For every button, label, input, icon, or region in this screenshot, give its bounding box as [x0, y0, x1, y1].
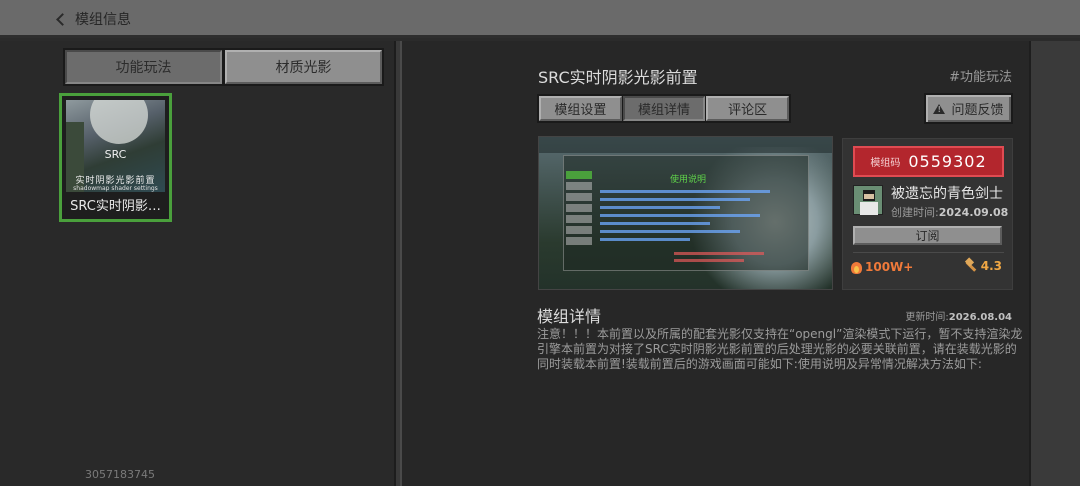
preview-text-line	[600, 198, 750, 201]
preview-sidebar-item	[566, 171, 592, 179]
tab-gameplay[interactable]: 功能玩法	[65, 50, 222, 84]
mod-code-badge[interactable]: 模组码 0559302	[853, 146, 1004, 177]
avatar-face	[864, 194, 874, 199]
back-button[interactable]: 模组信息	[54, 8, 131, 30]
preview-warning-line	[674, 259, 744, 262]
category-tabs: 功能玩法 材质光影	[63, 48, 384, 86]
preview-sidebar-item	[566, 193, 592, 201]
update-time: 更新时间:2026.08.04	[905, 308, 1012, 323]
rating-stat: 4.3	[964, 259, 1002, 273]
rating-value: 4.3	[980, 259, 1002, 273]
thumbnail-sun	[90, 100, 148, 144]
preview-text-line	[600, 190, 770, 193]
mod-thumbnail: SRC 实时阴影光影前置 shadowmap shader settings	[66, 100, 165, 192]
preview-heading: 使用说明	[670, 175, 707, 185]
preview-text-line	[600, 230, 740, 233]
warning-icon	[933, 103, 946, 114]
avatar-body	[860, 202, 878, 215]
mod-description: 注意！！！本前置以及所属的配套光影仅支持在“opengl”渲染模式下运行，暂不支…	[537, 327, 1023, 371]
hammer-icon	[964, 259, 978, 273]
update-label: 更新时间:	[905, 312, 949, 323]
mod-code-label: 模组码	[870, 158, 901, 169]
mod-category-tag[interactable]: #功能玩法	[949, 66, 1012, 85]
author-name[interactable]: 被遗忘的青色剑士	[891, 183, 1003, 203]
user-id: 3057183745	[85, 468, 155, 481]
thumbnail-caption: shadowmap shader settings	[73, 185, 158, 192]
author-avatar[interactable]	[853, 185, 883, 215]
panel-divider[interactable]	[394, 41, 402, 486]
preview-top-strip	[539, 137, 832, 153]
preview-text-line	[600, 238, 690, 241]
mod-card-name: SRC实时阴影…	[70, 199, 161, 214]
preview-sidebar-item	[566, 215, 592, 223]
heat-value: 100W+	[865, 259, 914, 274]
tab-mod-settings[interactable]: 模组设置	[539, 96, 622, 121]
detail-tabs: 模组设置 模组详情 评论区	[537, 94, 791, 123]
tab-textures-shaders[interactable]: 材质光影	[225, 50, 382, 84]
stats-divider	[853, 252, 1004, 253]
feedback-button[interactable]: 问题反馈	[924, 93, 1013, 124]
heat-stat: 100W+	[850, 259, 913, 274]
section-title: 模组详情	[537, 307, 602, 326]
created-label: 创建时间:	[891, 206, 939, 219]
thumbnail-title: SRC	[104, 148, 127, 161]
created-value: 2024.09.08	[938, 206, 1009, 219]
preview-warning-line	[674, 252, 764, 255]
tab-mod-details[interactable]: 模组详情	[622, 96, 706, 121]
preview-sidebar-item	[566, 182, 592, 190]
mod-title: SRC实时阴影光影前置	[538, 68, 698, 87]
subscribe-button[interactable]: 订阅	[853, 226, 1002, 245]
created-time: 创建时间:2024.09.08	[891, 204, 1008, 220]
mod-code-value: 0559302	[908, 152, 987, 171]
preview-text-line	[600, 206, 720, 209]
preview-sidebar	[564, 168, 594, 272]
preview-sidebar-item	[566, 204, 592, 212]
preview-text-line	[600, 222, 710, 225]
page-title: 模组信息	[75, 12, 131, 28]
top-bar: 模组信息	[0, 0, 1080, 38]
right-scroll-strip[interactable]	[1029, 41, 1080, 486]
back-chevron-icon	[56, 12, 69, 26]
mod-preview-image[interactable]: 使用说明	[538, 136, 833, 290]
tab-comments[interactable]: 评论区	[706, 96, 790, 121]
preview-sidebar-item	[566, 226, 592, 234]
update-value: 2026.08.04	[948, 312, 1012, 323]
preview-text-line	[600, 214, 760, 217]
preview-settings-window: 使用说明	[563, 155, 809, 271]
mod-card-selected[interactable]: SRC 实时阴影光影前置 shadowmap shader settings S…	[59, 93, 172, 222]
preview-sidebar-item	[566, 237, 592, 245]
feedback-label: 问题反馈	[951, 103, 1004, 118]
fire-icon	[850, 259, 863, 274]
mod-info-card: 模组码 0559302 被遗忘的青色剑士 创建时间:2024.09.08 订阅 …	[842, 138, 1013, 290]
